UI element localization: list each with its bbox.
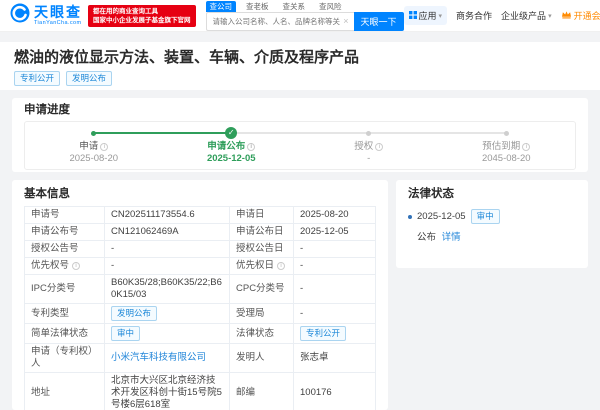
table-row: 优先权号i - 优先权日i -	[25, 258, 376, 275]
legal-date: 2025-12-05	[417, 211, 466, 222]
basic-info-card: 基本信息 申请号 CN202511173554.6 申请日 2025-08-20…	[12, 180, 388, 410]
basic-info-table: 申请号 CN202511173554.6 申请日 2025-08-20 申请公布…	[24, 206, 376, 410]
tab-search-boss[interactable]: 查老板	[242, 1, 273, 12]
search-input[interactable]	[211, 16, 343, 27]
nav-apps[interactable]: 应用 ▾	[404, 6, 448, 25]
chevron-down-icon: ▾	[439, 12, 443, 20]
table-row: 申请号 CN202511173554.6 申请日 2025-08-20	[25, 207, 376, 224]
application-progress-card: 申请进度 申请i 2025-08-20 ✓ 申请公布i 2025-12-05 授…	[12, 98, 588, 172]
patent-tags: 专利公开 发明公布	[14, 71, 586, 86]
brand-domain: TianYanCha.com	[34, 21, 82, 27]
progress-step-publication: ✓ 申请公布i 2025-12-05	[163, 127, 301, 164]
nav-cooperation[interactable]: 商务合作	[456, 9, 492, 22]
progress-step-application: 申请i 2025-08-20	[25, 127, 163, 164]
legal-status-card: 法律状态 2025-12-05 审中 公布 详情	[396, 180, 588, 268]
header-search: 查公司 查老板 查关系 查风险 × 天眼一下	[206, 1, 404, 31]
info-icon[interactable]: i	[247, 143, 255, 151]
table-row: 地址 北京市大兴区北京经济技术开发区科创十街15号院5号楼6层618室 邮编 1…	[25, 373, 376, 410]
site-logo[interactable]: 天眼查 TianYanCha.com	[10, 3, 82, 28]
nav-vip[interactable]: 开通会员 ▾	[561, 9, 600, 22]
legal-item-status-tag: 审中	[471, 209, 500, 224]
site-header: 天眼查 TianYanCha.com 都在用的商业查询工具 国家中小企业发展子基…	[0, 0, 600, 32]
patent-title-section: 燃油的液位显示方法、装置、车辆、介质及程序产品 专利公开 发明公布	[0, 42, 600, 90]
legal-section-title: 法律状态	[408, 188, 576, 201]
tianyancha-logo-icon	[10, 3, 30, 28]
step-dot-pending	[366, 131, 371, 136]
table-row: 申请公布号 CN121062469A 申请公布日 2025-12-05	[25, 224, 376, 241]
progress-step-grant: 授权i -	[300, 127, 438, 164]
nav-enterprise[interactable]: 企业级产品 ▾	[501, 9, 552, 22]
bullet-icon	[408, 215, 412, 219]
legal-status-tag: 专利公开	[300, 326, 346, 341]
info-icon[interactable]: i	[72, 262, 80, 270]
step-dot-pending	[504, 131, 509, 136]
info-icon[interactable]: i	[522, 143, 530, 151]
info-icon[interactable]: i	[100, 143, 108, 151]
header-nav: 应用 ▾ 商务合作 企业级产品 ▾ 开通会员 ▾	[404, 6, 600, 25]
table-row: IPC分类号 B60K35/28;B60K35/22;B60K15/03 CPC…	[25, 275, 376, 304]
info-icon[interactable]: i	[375, 143, 383, 151]
tag-invention-publication: 发明公布	[66, 71, 112, 86]
chevron-down-icon: ▾	[548, 12, 552, 20]
apps-grid-icon	[409, 11, 417, 21]
patent-type-tag: 发明公布	[111, 306, 157, 321]
table-row: 简单法律状态 审中 法律状态 专利公开	[25, 324, 376, 344]
detail-link[interactable]: 详情	[442, 232, 461, 243]
tab-search-relation[interactable]: 查关系	[279, 1, 310, 12]
progress-timeline: 申请i 2025-08-20 ✓ 申请公布i 2025-12-05 授权i - …	[24, 121, 576, 170]
brand-name: 天眼查	[34, 5, 82, 19]
info-icon[interactable]: i	[277, 262, 285, 270]
clear-search-icon[interactable]: ×	[342, 17, 349, 26]
table-row: 授权公告号 - 授权公告日 -	[25, 241, 376, 258]
tab-search-risk[interactable]: 查风险	[315, 1, 346, 12]
table-row: 申请（专利权）人 小米汽车科技有限公司 发明人 张志卓	[25, 344, 376, 373]
basic-info-section-title: 基本信息	[24, 188, 376, 201]
legal-status-item: 2025-12-05 审中 公布 详情	[408, 209, 576, 243]
crown-icon	[561, 10, 572, 21]
search-tabs: 查公司 查老板 查关系 查风险	[206, 1, 404, 12]
progress-step-expiry: 预估到期i 2045-08-20	[438, 127, 576, 164]
page-title: 燃油的液位显示方法、装置、车辆、介质及程序产品	[14, 49, 586, 66]
tab-search-company[interactable]: 查公司	[206, 1, 237, 12]
progress-section-title: 申请进度	[24, 104, 576, 117]
table-row: 专利类型 发明公布 受理局 -	[25, 304, 376, 324]
step-dot-done	[91, 131, 96, 136]
check-circle-icon: ✓	[225, 127, 237, 139]
slogan-banner: 都在用的商业查询工具 国家中小企业发展子基金旗下官网	[88, 5, 196, 27]
tag-patent-public: 专利公开	[14, 71, 60, 86]
search-button[interactable]: 天眼一下	[354, 12, 404, 31]
simple-legal-status-tag: 审中	[111, 326, 140, 341]
legal-action: 公布	[417, 232, 436, 243]
applicant-company-link[interactable]: 小米汽车科技有限公司	[111, 352, 206, 363]
